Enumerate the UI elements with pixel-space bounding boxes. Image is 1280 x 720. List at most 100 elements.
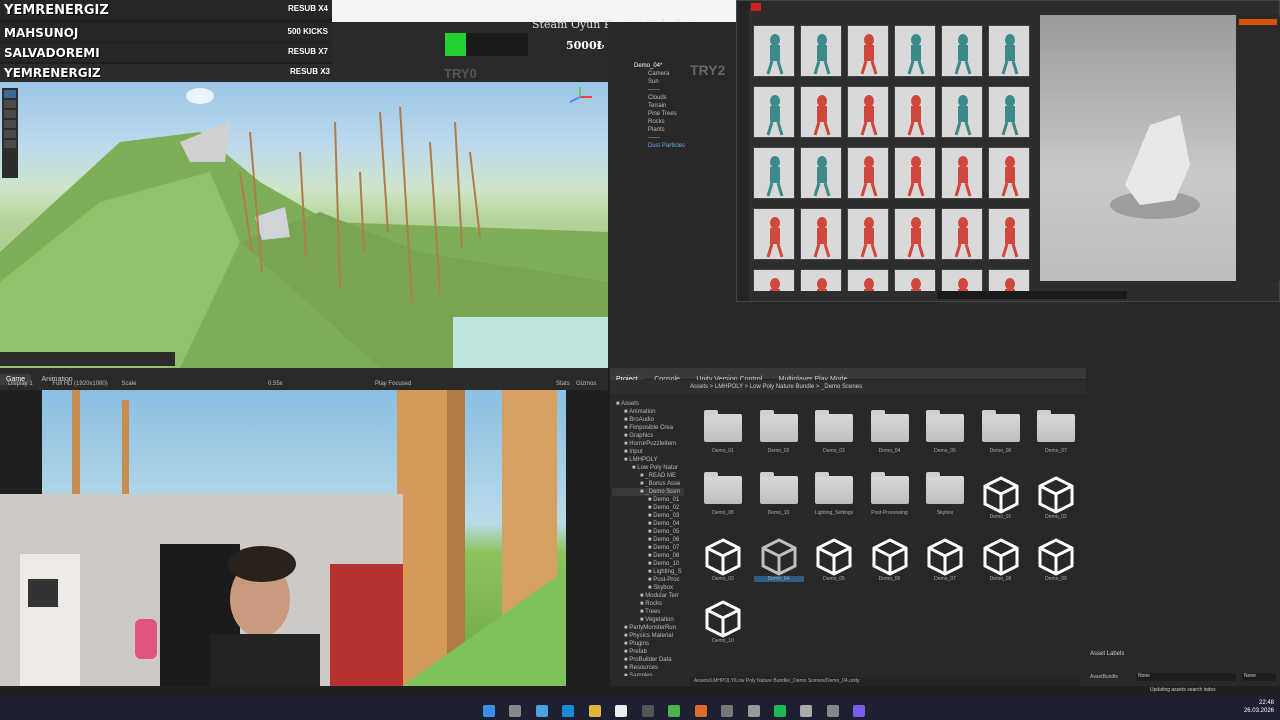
animation-thumbnail[interactable] (941, 147, 983, 199)
animation-thumbnail[interactable] (753, 25, 795, 77)
discord-icon[interactable] (853, 704, 866, 717)
animation-thumbnail[interactable] (894, 86, 936, 138)
animation-thumbnail[interactable] (847, 25, 889, 77)
explorer-icon[interactable] (588, 704, 601, 717)
scene-gizmo-icon[interactable] (565, 86, 595, 108)
scene-asset[interactable]: Demo_09 (1031, 538, 1081, 582)
animation-thumbnail[interactable] (988, 25, 1030, 77)
project-tree-item[interactable]: ■ Demo_06 (612, 536, 684, 544)
game-view[interactable] (0, 390, 608, 686)
project-tree-item[interactable]: ■ Graphics (612, 432, 684, 440)
breadcrumb-item[interactable]: _Demo Scenes (821, 384, 862, 390)
widgets-icon[interactable] (535, 704, 548, 717)
animation-thumbnail[interactable] (753, 147, 795, 199)
settings-icon[interactable] (826, 704, 839, 717)
project-tree-item[interactable]: ■ Demo_05 (612, 528, 684, 536)
scene-asset[interactable]: Demo_01 (976, 476, 1026, 520)
unity-icon[interactable] (747, 704, 760, 717)
asset-bundle-variant-dropdown[interactable]: None (1242, 673, 1276, 681)
model-preview[interactable] (1040, 15, 1236, 281)
start-icon[interactable] (483, 704, 495, 717)
unity-hub-icon[interactable] (721, 704, 734, 717)
project-tree-item[interactable]: ■ Post-Proc (612, 576, 684, 584)
project-tree-item[interactable]: ■ Animation (612, 408, 684, 416)
project-tree-item[interactable]: ■ Vegetation (612, 616, 684, 624)
animation-thumbnail[interactable] (941, 25, 983, 77)
gizmos-toggle[interactable]: Gizmos (576, 379, 596, 390)
animation-thumbnail[interactable] (988, 208, 1030, 260)
folder-asset[interactable]: Post-Processing (865, 472, 915, 516)
project-tree-item[interactable]: ■ _READ ME (612, 472, 684, 480)
folder-asset[interactable]: Skybox (920, 472, 970, 516)
search-icon[interactable] (509, 704, 522, 717)
hierarchy-item[interactable]: Dust Particles (608, 142, 736, 150)
animation-thumbnail[interactable] (847, 208, 889, 260)
project-tree-item[interactable]: ■ ProBuilder Data (612, 656, 684, 664)
animation-thumbnail[interactable] (894, 25, 936, 77)
project-tree-item[interactable]: ■ Demo_10 (612, 560, 684, 568)
store-icon[interactable] (615, 704, 628, 717)
animation-thumbnail[interactable] (988, 147, 1030, 199)
scene-asset[interactable]: Demo_03 (698, 538, 748, 582)
project-tree-item[interactable]: ■ _Demo Scen (612, 488, 684, 496)
project-tree-item[interactable]: ■ Fimposible Crea (612, 424, 684, 432)
project-tree-item[interactable]: ■ BroAudio (612, 416, 684, 424)
folder-asset[interactable]: Demo_07 (1031, 410, 1081, 454)
folder-asset[interactable]: Demo_05 (920, 410, 970, 454)
animation-thumbnail[interactable] (847, 147, 889, 199)
folder-asset[interactable]: Lighting_Settings (809, 472, 859, 516)
project-tree-item[interactable]: ■ Resources (612, 664, 684, 672)
project-tree-item[interactable]: ■ Demo_08 (612, 552, 684, 560)
hierarchy-item[interactable]: ------ (608, 134, 736, 142)
hierarchy-item[interactable]: Plants (608, 126, 736, 134)
breadcrumb-item[interactable]: Low Poly Nature Bundle (750, 384, 814, 390)
rect-tool-icon[interactable] (4, 130, 16, 138)
scene-asset[interactable]: Demo_06 (865, 538, 915, 582)
animation-thumbnail[interactable] (894, 208, 936, 260)
obs-icon[interactable] (641, 704, 654, 717)
animation-thumbnail[interactable] (800, 269, 842, 291)
animation-thumbnail[interactable] (800, 208, 842, 260)
project-tree-item[interactable]: ■ PartyMonsterRun (612, 624, 684, 632)
animation-thumbnail[interactable] (753, 208, 795, 260)
project-tree-item[interactable]: ■ Plugins (612, 640, 684, 648)
scene-asset[interactable]: Demo_08 (976, 538, 1026, 582)
scene-asset[interactable]: Demo_05 (809, 538, 859, 582)
project-tree-item[interactable]: ■ Assets (612, 400, 684, 408)
asset-bundle-dropdown[interactable]: None (1136, 673, 1236, 681)
project-tree-item[interactable]: ■ Demo_03 (612, 512, 684, 520)
breadcrumb-item[interactable]: LMHPOLY (715, 384, 743, 390)
scene-asset[interactable]: Demo_07 (920, 538, 970, 582)
animation-thumbnail[interactable] (941, 269, 983, 291)
display-dropdown[interactable]: Display 1 (8, 381, 33, 387)
project-tree-item[interactable]: ■ LMHPOLY (612, 456, 684, 464)
clock[interactable]: 22:48 26.03.2026 (1244, 699, 1274, 715)
firefox-icon[interactable] (694, 704, 707, 717)
scene-asset[interactable]: Demo_10 (698, 600, 748, 644)
animation-thumbnail[interactable] (941, 86, 983, 138)
animation-thumbnail[interactable] (753, 269, 795, 291)
animation-thumbnail[interactable] (800, 86, 842, 138)
project-tree-item[interactable]: ■ Rocks (612, 600, 684, 608)
scale-tool-icon[interactable] (4, 120, 16, 128)
move-tool-icon[interactable] (4, 100, 16, 108)
play-mode-dropdown[interactable]: Play Focused (375, 379, 411, 390)
app-icon[interactable] (800, 704, 813, 717)
project-tree-item[interactable]: ■ Trees (612, 608, 684, 616)
project-tree-item[interactable]: ■ Demo_07 (612, 544, 684, 552)
animation-thumbnail[interactable] (941, 208, 983, 260)
transform-tool-icon[interactable] (4, 140, 16, 148)
animation-thumbnail[interactable] (753, 86, 795, 138)
animation-thumbnail[interactable] (988, 269, 1030, 291)
hierarchy-item[interactable]: Rocks (608, 118, 736, 126)
project-tree-item[interactable]: ■ Low Poly Natur (612, 464, 684, 472)
hierarchy-item[interactable]: Sun (608, 78, 736, 86)
project-tree-item[interactable]: ■ Demo_04 (612, 520, 684, 528)
breadcrumb-item[interactable]: Assets (690, 384, 708, 390)
app-icon[interactable] (773, 704, 786, 717)
folder-asset[interactable]: Demo_03 (809, 410, 859, 454)
project-tree-item[interactable]: ■ Demo_02 (612, 504, 684, 512)
animation-thumbnail[interactable] (894, 269, 936, 291)
stats-toggle[interactable]: Stats (556, 379, 570, 390)
project-tree-item[interactable]: ■ Skybox (612, 584, 684, 592)
